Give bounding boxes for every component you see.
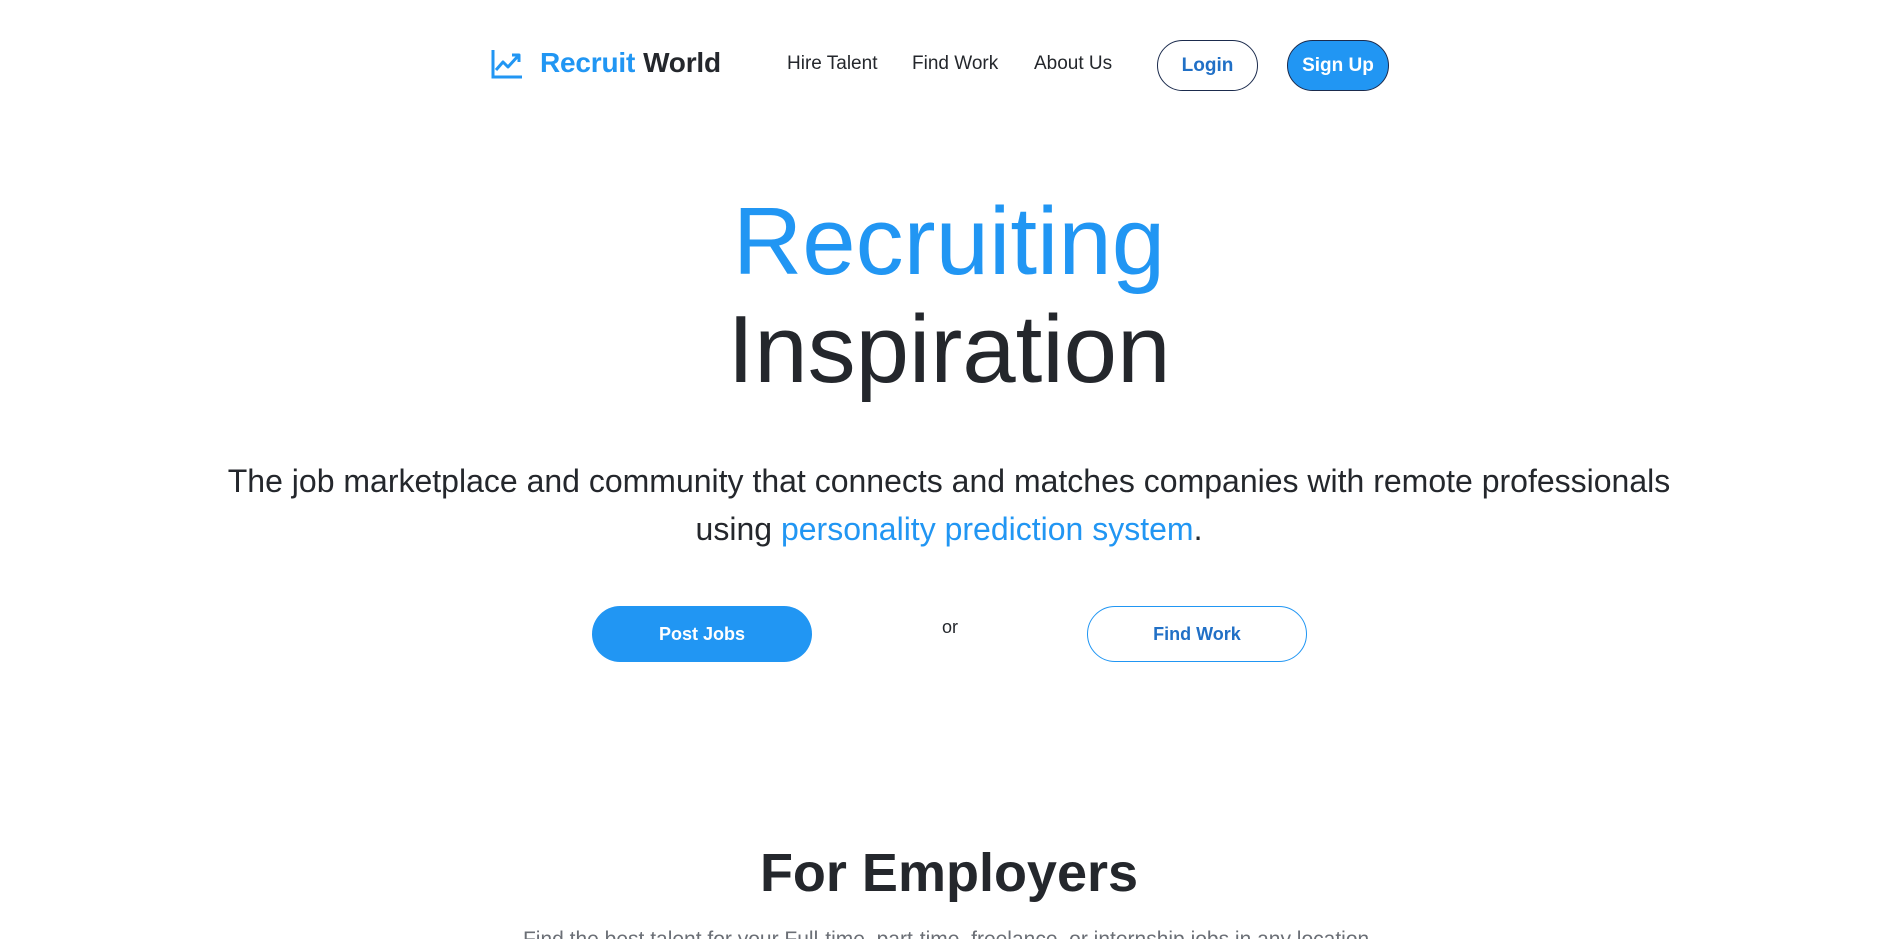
hero-subtitle-accent: personality prediction system	[780, 511, 1194, 547]
nav-link-about-us[interactable]: About Us	[1034, 52, 1112, 76]
brand-name-main: World	[643, 47, 721, 78]
trending-up-icon	[490, 46, 524, 80]
post-jobs-button[interactable]: Post Jobs	[592, 606, 812, 662]
hero-subtitle: The job marketplace and community that c…	[200, 457, 1698, 553]
employers-section-subtitle: Find the best talent for your Full-time,…	[0, 926, 1898, 939]
or-separator: or	[941, 617, 958, 637]
top-navigation: Recruit World Hire Talent Find Work About…	[0, 0, 1898, 130]
hero-subtitle-end: .	[1193, 511, 1203, 547]
employers-section-title: For Employers	[759, 843, 1139, 903]
nav-link-hire-talent[interactable]: Hire Talent	[787, 52, 877, 76]
signup-button[interactable]: Sign Up	[1287, 40, 1389, 91]
hero-title-line2: Inspiration	[727, 296, 1171, 403]
landing-page: Recruit World Hire Talent Find Work About…	[0, 0, 1898, 939]
brand-logo-link[interactable]: Recruit World	[490, 46, 721, 80]
login-button[interactable]: Login	[1157, 40, 1258, 91]
find-work-button[interactable]: Find Work	[1087, 606, 1307, 662]
nav-link-find-work[interactable]: Find Work	[912, 52, 998, 76]
hero-title-line1: Recruiting	[732, 188, 1166, 295]
brand-name-accent: Recruit	[540, 47, 636, 78]
brand-name: Recruit World	[540, 46, 721, 80]
